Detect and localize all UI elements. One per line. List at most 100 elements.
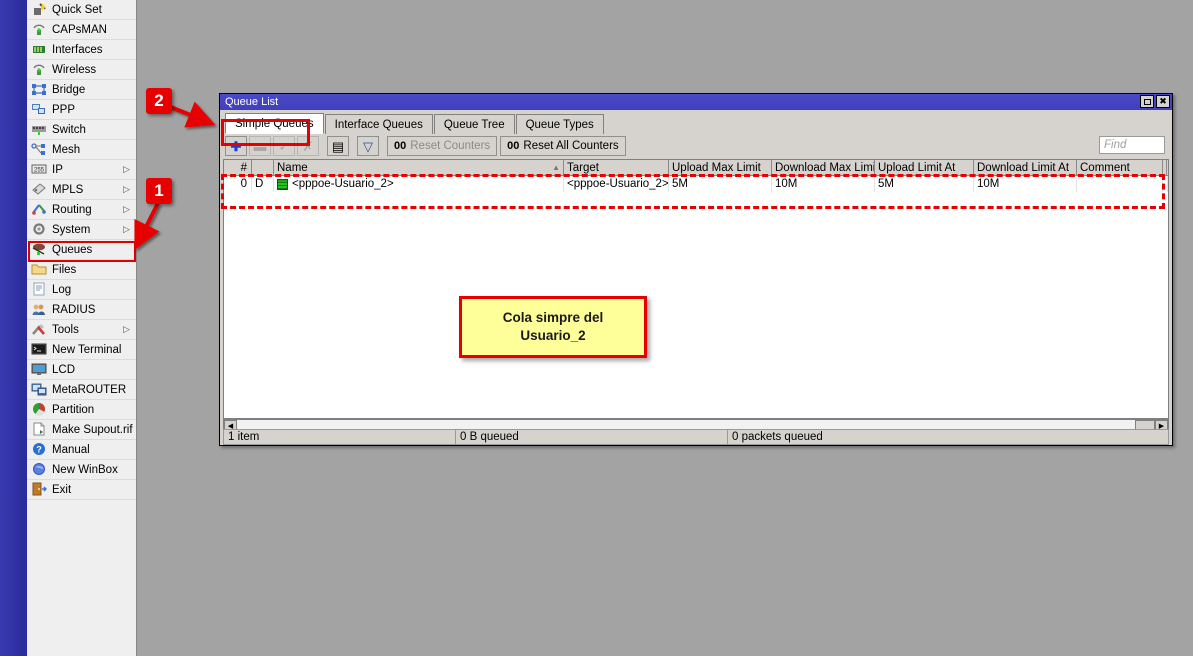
maximize-icon[interactable] xyxy=(1140,95,1154,108)
table-row[interactable]: 0D<pppoe-Usuario_2><pppoe-Usuario_2>5M10… xyxy=(224,176,1168,192)
sidebar-item-make-supout-rif[interactable]: Make Supout.rif xyxy=(27,420,136,440)
sidebar-item-partition[interactable]: Partition xyxy=(27,400,136,420)
reset-all-counters-label: Reset All Counters xyxy=(523,140,618,152)
sidebar-item-label: Tools xyxy=(52,324,123,336)
column-menu-icon[interactable]: ▼ xyxy=(1167,160,1169,176)
sidebar-item-files[interactable]: Files xyxy=(27,260,136,280)
reset-all-counters-button[interactable]: 00 Reset All Counters xyxy=(500,136,626,156)
submenu-arrow-icon: ▷ xyxy=(123,205,133,214)
column-header-download-max-limit[interactable]: Download Max Limit xyxy=(772,160,875,176)
sidebar-item-label: PPP xyxy=(52,104,136,116)
column-header-upload-max-limit[interactable]: Upload Max Limit xyxy=(669,160,772,176)
cell-text: 5M xyxy=(878,178,894,190)
sidebar-item-ppp[interactable]: PPP xyxy=(27,100,136,120)
submenu-arrow-icon: ▷ xyxy=(123,185,133,194)
column-header-label: Download Max Limit xyxy=(775,162,875,174)
column-header-name[interactable]: Name▲ xyxy=(274,160,564,176)
submenu-arrow-icon: ▷ xyxy=(123,325,133,334)
tab-simple-queues[interactable]: Simple Queues xyxy=(225,113,324,134)
metarouter-icon xyxy=(31,382,48,397)
cell-upload_limit_at: 5M xyxy=(875,176,974,192)
sidebar-item-label: LCD xyxy=(52,364,136,376)
cell-text: 0 xyxy=(241,178,247,190)
sidebar-item-label: Routing xyxy=(52,204,123,216)
disable-button[interactable]: ✗ xyxy=(297,136,319,156)
column-header-upload-limit-at[interactable]: Upload Limit At xyxy=(875,160,974,176)
sidebar-item-label: Partition xyxy=(52,404,136,416)
files-icon xyxy=(31,262,48,277)
queue-list-window: Queue List ✖ Simple QueuesInterface Queu… xyxy=(219,93,1173,446)
sidebar-item-queues[interactable]: Queues xyxy=(27,240,136,260)
add-button[interactable]: ✚ xyxy=(225,136,247,156)
remove-button[interactable]: ▬ xyxy=(249,136,271,156)
cell-text: 10M xyxy=(775,178,797,190)
sidebar-item-mesh[interactable]: Mesh xyxy=(27,140,136,160)
sidebar-item-label: CAPsMAN xyxy=(52,24,136,36)
enable-button[interactable]: ✓ xyxy=(273,136,295,156)
annotation-callout: Cola simpre del Usuario_2 xyxy=(459,296,647,358)
sidebar-item-wireless[interactable]: Wireless xyxy=(27,60,136,80)
sidebar-item-routing[interactable]: Routing▷ xyxy=(27,200,136,220)
interfaces-icon xyxy=(31,42,48,57)
sidebar-item-ip[interactable]: 255IP▷ xyxy=(27,160,136,180)
column-header-flags[interactable] xyxy=(252,160,274,176)
sidebar-item-label: Wireless xyxy=(52,64,136,76)
sidebar-item-bridge[interactable]: Bridge xyxy=(27,80,136,100)
sidebar-item-metarouter[interactable]: MetaROUTER xyxy=(27,380,136,400)
sidebar-item-radius[interactable]: RADIUS xyxy=(27,300,136,320)
sidebar-item-new-terminal[interactable]: New Terminal xyxy=(27,340,136,360)
tab-queue-types[interactable]: Queue Types xyxy=(516,114,604,134)
cell-target: <pppoe-Usuario_2> xyxy=(564,176,669,192)
column-header-comment[interactable]: Comment xyxy=(1077,160,1163,176)
column-header-label: # xyxy=(241,162,247,174)
tab-interface-queues[interactable]: Interface Queues xyxy=(325,114,433,134)
column-header-download-limit-at[interactable]: Download Limit At xyxy=(974,160,1077,176)
queues-icon xyxy=(31,242,48,257)
capsman-icon xyxy=(31,22,48,37)
sidebar-item-lcd[interactable]: LCD xyxy=(27,360,136,380)
sidebar-item-manual[interactable]: ?Manual xyxy=(27,440,136,460)
sidebar-item-interfaces[interactable]: Interfaces xyxy=(27,40,136,60)
sidebar-item-label: Bridge xyxy=(52,84,136,96)
filter-button[interactable]: ▽ xyxy=(357,136,379,156)
cell-text: 5M xyxy=(672,178,688,190)
find-input[interactable]: Find xyxy=(1099,136,1165,154)
tools-icon xyxy=(31,322,48,337)
sidebar-item-label: Manual xyxy=(52,444,136,456)
sidebar-item-new-winbox[interactable]: New WinBox xyxy=(27,460,136,480)
column-header-label: Upload Max Limit xyxy=(672,162,761,174)
close-icon[interactable]: ✖ xyxy=(1156,95,1170,108)
annotation-badge-2: 2 xyxy=(146,88,172,114)
submenu-arrow-icon: ▷ xyxy=(123,165,133,174)
reset-counters-button[interactable]: 00 Reset Counters xyxy=(387,136,497,156)
column-header-[interactable]: # xyxy=(224,160,252,176)
mpls-icon xyxy=(31,182,48,197)
cell-text: 10M xyxy=(977,178,999,190)
column-header-target[interactable]: Target xyxy=(564,160,669,176)
sidebar-item-tools[interactable]: Tools▷ xyxy=(27,320,136,340)
sidebar-item-label: MPLS xyxy=(52,184,123,196)
sidebar-item-log[interactable]: Log xyxy=(27,280,136,300)
status-cell-2: 0 packets queued xyxy=(727,429,1169,445)
exit-icon xyxy=(31,482,48,497)
sidebar-item-switch[interactable]: Switch xyxy=(27,120,136,140)
tab-queue-tree[interactable]: Queue Tree xyxy=(434,114,515,134)
sidebar-item-label: Log xyxy=(52,284,136,296)
comment-button[interactable]: ▤ xyxy=(327,136,349,156)
sidebar-item-exit[interactable]: Exit xyxy=(27,480,136,500)
sidebar-item-system[interactable]: System▷ xyxy=(27,220,136,240)
sidebar-item-capsman[interactable]: CAPsMAN xyxy=(27,20,136,40)
sidebar-item-label: Make Supout.rif xyxy=(52,424,136,436)
sidebar-item-mpls[interactable]: MPLS▷ xyxy=(27,180,136,200)
cell-text: D xyxy=(255,178,263,190)
window-body: Simple QueuesInterface QueuesQueue TreeQ… xyxy=(220,110,1172,445)
sidebar-item-label: Switch xyxy=(52,124,136,136)
column-header-label: Comment xyxy=(1080,162,1130,174)
new-winbox-icon xyxy=(31,462,48,477)
svg-text:255: 255 xyxy=(34,168,45,174)
window-title: Queue List xyxy=(225,96,278,108)
cell-download_max_limit: 10M xyxy=(772,176,875,192)
table-body: 0D<pppoe-Usuario_2><pppoe-Usuario_2>5M10… xyxy=(224,176,1168,192)
sidebar-item-quick-set[interactable]: Quick Set xyxy=(27,0,136,20)
ip-icon: 255 xyxy=(31,162,48,177)
